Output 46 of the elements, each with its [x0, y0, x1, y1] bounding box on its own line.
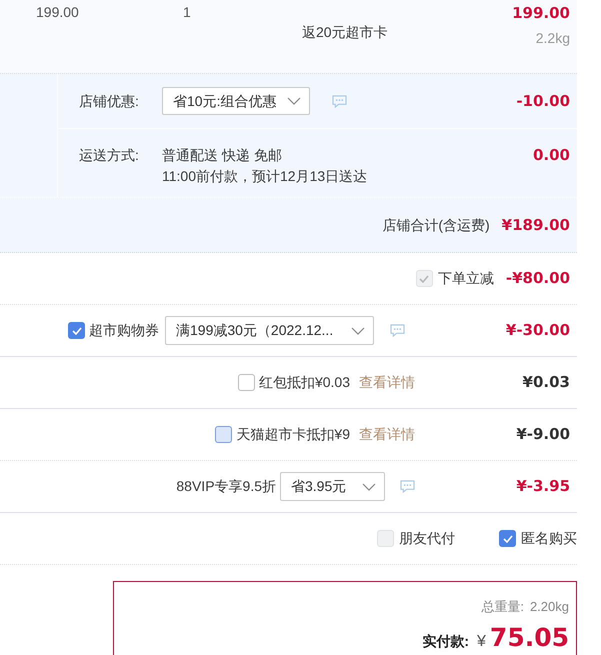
store-total: ¥189.00: [502, 214, 570, 236]
amount: ¥-3.95: [516, 476, 570, 498]
checkbox[interactable]: [68, 322, 85, 339]
checkbox-label: 超市购物券: [89, 321, 159, 340]
amount: -¥80.00: [506, 269, 570, 288]
total-weight: 2.20kg: [530, 599, 569, 615]
amount: ¥-30.00: [506, 320, 570, 342]
checkbox-label: 天猫超市卡抵扣¥9: [236, 425, 350, 444]
check-icon: [502, 534, 512, 542]
item-weight: 2.2kg: [536, 30, 570, 46]
amount: 0.00: [532, 145, 570, 166]
dropdown[interactable]: 省3.95元: [280, 472, 385, 501]
promotion-text: 返20元超市卡: [302, 24, 388, 40]
pay-amount: 75.05: [490, 623, 569, 653]
check-icon: [419, 274, 430, 282]
checkbox[interactable]: [238, 374, 255, 391]
checkbox[interactable]: [499, 530, 516, 547]
checkbox[interactable]: [215, 426, 232, 443]
shipping-text: 11:00前付款，预计12月13日送达: [162, 167, 368, 186]
shipping-text: 普通配送 快递 免邮: [162, 146, 283, 165]
currency-sign: ¥: [477, 632, 486, 652]
field-label: 店铺优惠:: [79, 92, 139, 108]
chat-bubble-icon[interactable]: [390, 324, 405, 337]
dropdown[interactable]: 满199减30元（2022.12...: [165, 316, 374, 345]
chevron-down-icon: [287, 97, 301, 105]
checkbox-label: 朋友代付: [399, 529, 455, 548]
pay-label: 实付款:: [422, 632, 470, 651]
quantity: 1: [183, 4, 191, 20]
check-icon: [72, 326, 82, 334]
amount: -10.00: [516, 90, 570, 112]
checkbox-label: 红包抵扣¥0.03: [258, 373, 350, 392]
checkbox-label: 匿名购买: [521, 529, 577, 548]
amount: ¥0.03: [522, 372, 570, 394]
checkbox-label: 下单立减: [438, 269, 494, 288]
store-total-label: 店铺合计(含运费): [382, 216, 490, 235]
discount-label: 88VIP专享9.5折: [176, 477, 276, 496]
amount: ¥-9.00: [516, 424, 570, 446]
field-label: 运送方式:: [79, 147, 139, 163]
chevron-down-icon: [362, 482, 376, 490]
unit-price: 199.00: [36, 4, 79, 20]
chat-bubble-icon[interactable]: [332, 94, 347, 108]
chevron-down-icon: [351, 326, 365, 334]
total-weight-label: 总重量:: [481, 599, 524, 615]
chat-bubble-icon[interactable]: [400, 480, 415, 493]
dropdown[interactable]: 省10元:组合优惠: [162, 87, 310, 115]
subtotal: 199.00: [512, 4, 570, 22]
